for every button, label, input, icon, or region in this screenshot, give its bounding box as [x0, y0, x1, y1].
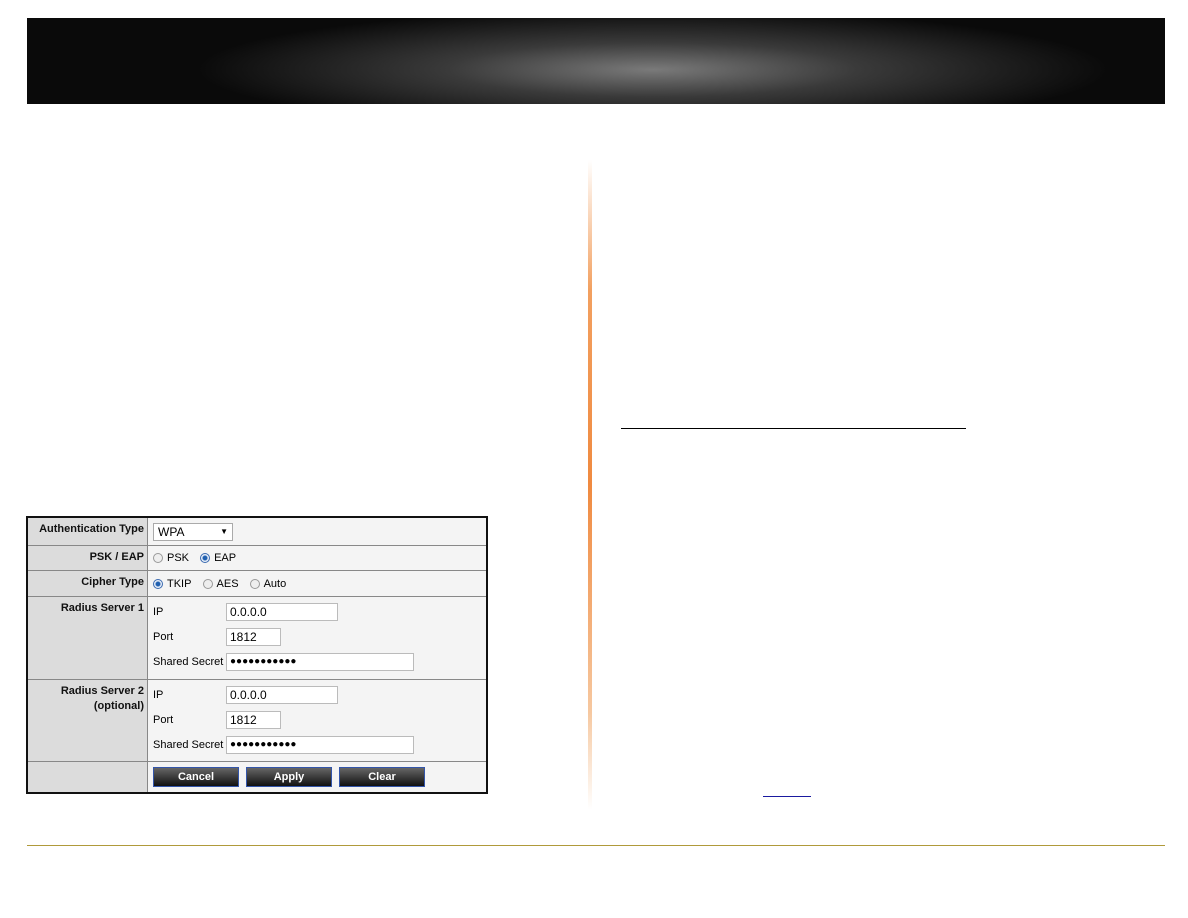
auth-type-row: Authentication Type WPA ▼	[28, 518, 486, 546]
chevron-down-icon: ▼	[220, 527, 228, 536]
eap-radio[interactable]	[200, 553, 211, 563]
tkip-radio[interactable]	[153, 578, 163, 589]
radius2-secret-input[interactable]: ●●●●●●●●●●●	[226, 735, 414, 754]
radius2-label: Radius Server 2	[60, 685, 144, 697]
hyperlink-underline[interactable]	[763, 796, 811, 797]
cipher-label: Cipher Type	[28, 571, 148, 596]
aes-label: AES	[216, 577, 239, 590]
port-label: Port	[153, 630, 174, 643]
footer-line	[27, 845, 1165, 846]
secret-label: Shared Secret	[153, 655, 224, 668]
radius1-ip-input[interactable]: 0.0.0.0	[226, 602, 338, 621]
radius2-ip-input[interactable]: 0.0.0.0	[226, 685, 338, 704]
psk-radio[interactable]	[153, 553, 163, 563]
radius1-label: Radius Server 1	[28, 597, 148, 679]
empty-label	[28, 762, 148, 792]
ip-label: IP	[153, 605, 164, 618]
auth-type-select[interactable]: WPA ▼	[153, 522, 233, 541]
header-banner	[27, 18, 1165, 104]
radius1-row: Radius Server 1 IP 0.0.0.0 Port 1812 Share…	[28, 597, 486, 680]
auto-label: Auto	[263, 577, 287, 590]
radius2-optional-label: (optional)	[93, 700, 144, 712]
clear-button[interactable]: Clear	[339, 767, 425, 787]
eap-label: EAP	[214, 552, 237, 564]
secret-label: Shared Secret	[153, 738, 224, 751]
ip-label: IP	[153, 688, 164, 701]
cipher-row: Cipher Type TKIP AES Auto	[28, 571, 486, 597]
psk-eap-row: PSK / EAP PSK EAP	[28, 546, 486, 571]
auth-type-label: Authentication Type	[28, 518, 148, 545]
tkip-label: TKIP	[167, 577, 192, 590]
port-label: Port	[153, 713, 174, 726]
aes-radio[interactable]	[202, 578, 213, 589]
column-divider	[588, 160, 592, 810]
radius2-row: Radius Server 2 (optional) IP 0.0.0.0 Port…	[28, 680, 486, 762]
auto-radio[interactable]	[249, 578, 260, 589]
apply-button[interactable]: Apply	[246, 767, 332, 787]
horizontal-rule	[621, 428, 966, 429]
wpa-settings-form: Authentication Type WPA ▼ PSK / EAP PSK E…	[26, 516, 488, 794]
buttons-row: Cancel Apply Clear	[28, 762, 486, 792]
psk-eap-label: PSK / EAP	[28, 546, 148, 570]
radius2-port-input[interactable]: 1812	[226, 710, 281, 729]
psk-label: PSK	[167, 552, 190, 564]
radius1-port-input[interactable]: 1812	[226, 627, 281, 646]
radius1-secret-input[interactable]: ●●●●●●●●●●●	[226, 652, 414, 671]
cancel-button[interactable]: Cancel	[153, 767, 239, 787]
